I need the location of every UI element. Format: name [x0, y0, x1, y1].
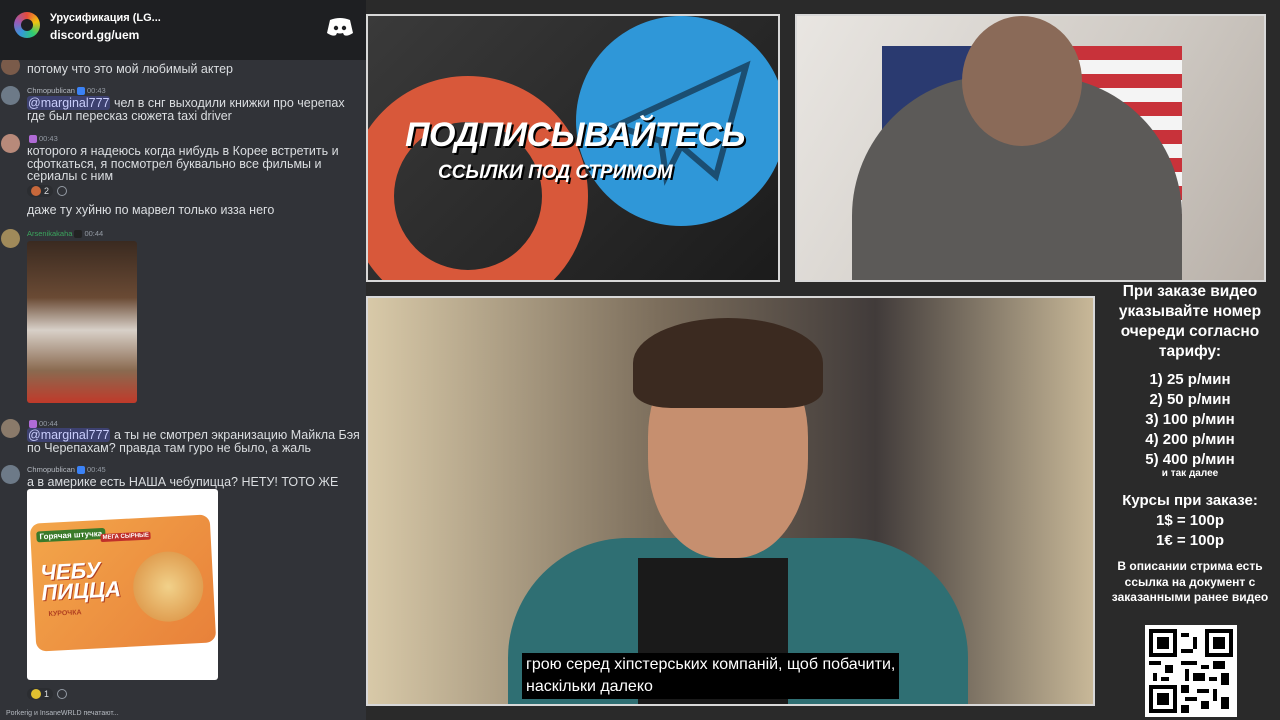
- reactions: 2: [27, 183, 68, 198]
- product-package: Горячая штучка МЕГА СЫРНЫЕ ЧЕБУ ПИЦЦА КУ…: [29, 514, 217, 652]
- timestamp: 00:43: [39, 134, 58, 143]
- tier-etc: и так далее: [1161, 468, 1219, 479]
- product-tag: МЕГА СЫРНЫЕ: [100, 531, 152, 543]
- reaction-chip[interactable]: 2: [27, 184, 54, 197]
- pizza-slice: [131, 549, 206, 624]
- message-text: которого я надеюсь когда нибудь в Корее …: [27, 144, 339, 183]
- timestamp: 00:44: [84, 229, 104, 238]
- add-reaction-icon[interactable]: [57, 185, 68, 196]
- stream-layout: Урусификация (LG... discord.gg/uem потом…: [0, 0, 1280, 720]
- message-text: а в америке есть НАША чебупицца? НЕТУ! Т…: [27, 475, 339, 489]
- message-text: @marginal777 чел в снг выходили книжки п…: [27, 96, 365, 122]
- tier-item: 5) 400 р/мин: [1145, 451, 1235, 468]
- message-text: @marginal777 а ты не смотрел экранизацию…: [27, 428, 365, 454]
- promo-subtitle: ССЫЛКИ ПОД СТРИМОМ: [438, 162, 673, 183]
- product-flavor: КУРОЧКА: [48, 609, 82, 618]
- message-author[interactable]: Chmopublican 00:45: [27, 465, 106, 475]
- kitchen-image[interactable]: [27, 241, 137, 403]
- rates-title: Курсы при заказе:: [1122, 492, 1258, 509]
- product-image[interactable]: Горячая штучка МЕГА СЫРНЫЕ ЧЕБУ ПИЦЦА КУ…: [27, 489, 218, 680]
- promo-title: ПОДПИСЫВАЙТЕСЬ: [405, 116, 745, 154]
- tier-item: 3) 100 р/мин: [1145, 411, 1235, 428]
- subtitle-line-1: грою серед хіпстерських компаній, щоб по…: [526, 656, 896, 673]
- discord-logo-icon: [327, 18, 353, 36]
- streamer-head: [962, 16, 1082, 146]
- author-name[interactable]: Chmopublican: [27, 86, 75, 95]
- promo-panel: ПОДПИСЫВАЙТЕСЬ ССЫЛКИ ПОД СТРИМОМ: [366, 14, 780, 282]
- timestamp: 00:45: [86, 465, 106, 474]
- timestamp: 00:44: [39, 419, 58, 428]
- order-intro: При заказе видео указывайте номер очеред…: [1118, 283, 1262, 360]
- reaction-chip[interactable]: 1: [27, 687, 54, 700]
- server-title: Урусификация (LG...: [50, 12, 161, 24]
- author-name[interactable]: Chmopublican: [27, 465, 75, 474]
- qr-code[interactable]: [1145, 625, 1237, 717]
- tier-item: 1) 25 р/мин: [1149, 371, 1231, 388]
- server-icon[interactable]: [14, 12, 40, 38]
- order-info: При заказе видео указывайте номер очеред…: [1100, 282, 1280, 606]
- emoji-icon: [31, 185, 41, 196]
- exchange-rates: Курсы при заказе: 1$ = 100р 1€ = 100р: [1100, 491, 1280, 551]
- tier-item: 4) 200 р/мин: [1145, 431, 1235, 448]
- product-name: ЧЕБУ ПИЦЦА: [39, 557, 122, 606]
- invite-link[interactable]: discord.gg/uem: [50, 28, 139, 42]
- role-badge-icon: [74, 230, 83, 239]
- webcam-panel: [795, 14, 1266, 282]
- reactions: 1: [27, 686, 68, 701]
- typing-indicator: Porkerig и InsaneWRLD печатают...: [6, 710, 119, 717]
- product-brand: Горячая штучка: [36, 527, 106, 543]
- message-author[interactable]: 00:44: [27, 419, 58, 429]
- reaction-count: 1: [44, 688, 50, 699]
- tier-list: 1) 25 р/мин 2) 50 р/мин 3) 100 р/мин 4) …: [1100, 370, 1280, 470]
- message-text: потому что это мой любимый актер: [27, 62, 233, 76]
- rate-item: 1€ = 100р: [1156, 532, 1224, 549]
- avatar[interactable]: [1, 134, 20, 153]
- discord-header: Урусификация (LG... discord.gg/uem: [0, 0, 366, 60]
- host-hair: [633, 318, 823, 408]
- role-badge-icon: [76, 466, 85, 475]
- author-name[interactable]: Arsenikakaha: [27, 229, 72, 238]
- video-subtitle: грою серед хіпстерських компаній, щоб по…: [522, 653, 900, 699]
- emoji-icon: [31, 688, 41, 699]
- add-reaction-icon[interactable]: [57, 688, 68, 699]
- avatar[interactable]: [1, 465, 20, 484]
- discord-chat: Урусификация (LG... discord.gg/uem потом…: [0, 0, 366, 720]
- role-badge-icon: [76, 87, 85, 96]
- tier-item: 2) 50 р/мин: [1149, 391, 1231, 408]
- reaction-count: 2: [44, 185, 50, 196]
- stream-description-note: В описании стрима есть ссылка на докумен…: [1111, 559, 1269, 604]
- timestamp: 00:43: [86, 86, 106, 95]
- role-badge-icon: [29, 420, 37, 429]
- avatar[interactable]: [1, 86, 20, 105]
- avatar[interactable]: [1, 419, 20, 438]
- subtitle-line-2: наскільки далеко: [526, 678, 653, 695]
- message-author[interactable]: Chmopublican 00:43: [27, 86, 106, 96]
- message-author[interactable]: 00:43: [27, 134, 58, 144]
- role-badge-icon: [29, 135, 37, 144]
- rate-item: 1$ = 100р: [1156, 512, 1224, 529]
- video-player[interactable]: грою серед хіпстерських компаній, щоб по…: [366, 296, 1095, 706]
- message-text: даже ту хуйню по марвел только изза него: [27, 203, 275, 217]
- message-author[interactable]: Arsenikakaha 00:44: [27, 229, 104, 239]
- qr-code-icon: [1149, 629, 1233, 713]
- avatar[interactable]: [1, 229, 20, 248]
